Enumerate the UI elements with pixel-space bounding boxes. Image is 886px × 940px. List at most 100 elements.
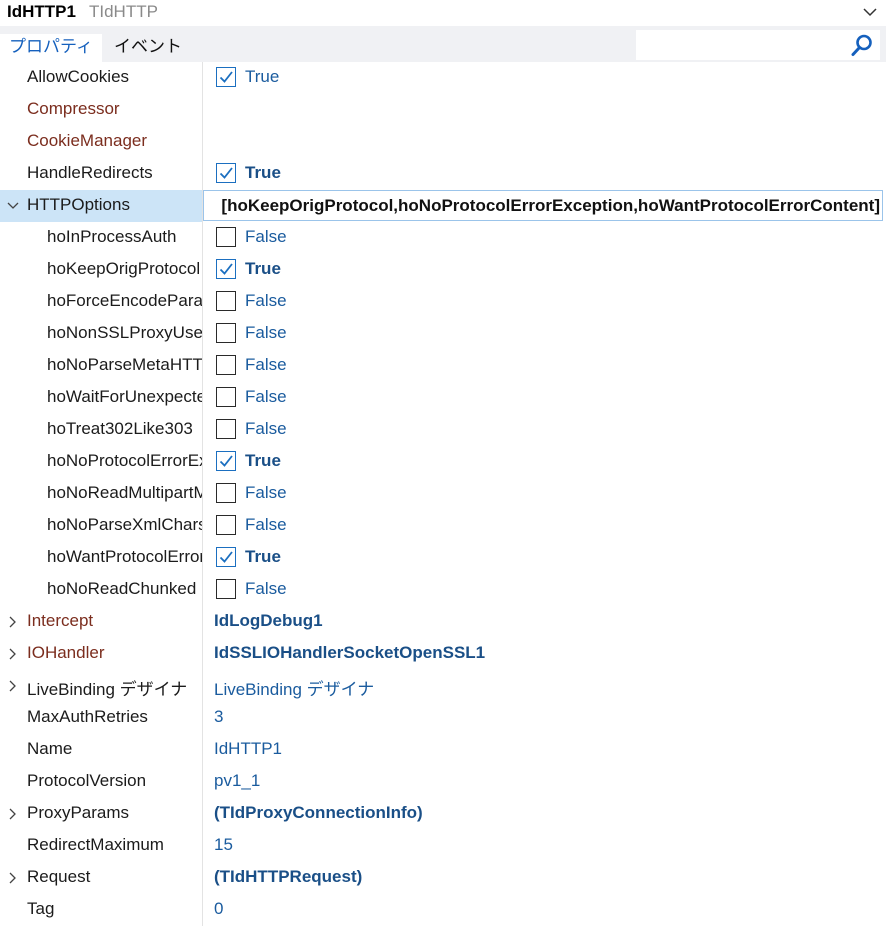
checkbox-unchecked[interactable] — [216, 483, 236, 503]
property-name-cell[interactable]: hoInProcessAuth — [0, 222, 202, 254]
property-row-cookiemanager[interactable]: CookieManager — [0, 126, 886, 158]
property-row-tag[interactable]: Tag 0 — [0, 894, 886, 926]
property-row-livebinding[interactable]: LiveBinding デザイナ LiveBinding デザイナ — [0, 670, 886, 702]
checkbox-checked[interactable] — [216, 259, 236, 279]
tab-properties[interactable]: プロパティ — [0, 34, 102, 62]
property-name-cell[interactable]: Request — [0, 862, 202, 894]
property-row-hokeeporigprotocol[interactable]: hoKeepOrigProtocol True — [0, 254, 886, 286]
property-value-cell[interactable]: True — [214, 542, 886, 574]
property-row-hoforceencodeparams[interactable]: hoForceEncodeParams False — [0, 286, 886, 318]
checkbox-unchecked[interactable] — [216, 227, 236, 247]
search-icon[interactable] — [850, 33, 874, 57]
chevron-down-icon[interactable] — [862, 4, 878, 20]
property-value-cell[interactable]: False — [214, 286, 886, 318]
column-divider[interactable] — [202, 894, 203, 926]
column-divider[interactable] — [202, 318, 203, 350]
property-name-cell[interactable]: ProtocolVersion — [0, 766, 202, 798]
search-input[interactable] — [636, 30, 880, 60]
property-name-cell[interactable]: MaxAuthRetries — [0, 702, 202, 734]
column-divider[interactable] — [202, 94, 203, 126]
column-divider[interactable] — [202, 702, 203, 734]
chevron-right-icon[interactable] — [6, 806, 20, 820]
chevron-down-icon[interactable] — [6, 198, 20, 212]
property-row-honoparsemetahttpequiv[interactable]: hoNoParseMetaHTTPEquiv False — [0, 350, 886, 382]
column-divider[interactable] — [202, 478, 203, 510]
property-name-cell[interactable]: hoNonSSLProxyUseConnectVerb — [0, 318, 202, 350]
property-row-howantprotocolerrorcontent[interactable]: hoWantProtocolErrorContent True — [0, 542, 886, 574]
column-divider[interactable] — [202, 734, 203, 766]
column-divider[interactable] — [202, 222, 203, 254]
checkbox-unchecked[interactable] — [216, 579, 236, 599]
property-value-cell[interactable]: (TIdProxyConnectionInfo) — [214, 798, 886, 830]
property-name-cell[interactable]: hoKeepOrigProtocol — [0, 254, 202, 286]
property-value-cell[interactable]: False — [214, 382, 886, 414]
property-name-cell[interactable]: hoNoProtocolErrorException — [0, 446, 202, 478]
property-name-cell[interactable]: RedirectMaximum — [0, 830, 202, 862]
property-name-cell[interactable]: HandleRedirects — [0, 158, 202, 190]
property-name-cell[interactable]: Compressor — [0, 94, 202, 126]
property-row-proxyparams[interactable]: ProxyParams (TIdProxyConnectionInfo) — [0, 798, 886, 830]
property-row-hononsslproxyuseconnectverb[interactable]: hoNonSSLProxyUseConnectVerb False — [0, 318, 886, 350]
column-divider[interactable] — [202, 574, 203, 606]
property-name-cell[interactable]: hoWaitForUnexpectedData — [0, 382, 202, 414]
property-value-cell[interactable] — [214, 94, 886, 126]
checkbox-checked[interactable] — [216, 163, 236, 183]
property-row-handleredirects[interactable]: HandleRedirects True — [0, 158, 886, 190]
property-value-cell[interactable]: False — [214, 414, 886, 446]
chevron-right-icon[interactable] — [6, 646, 20, 660]
property-row-hotreat302like303[interactable]: hoTreat302Like303 False — [0, 414, 886, 446]
property-value-cell[interactable]: 15 — [214, 830, 886, 862]
property-name-cell[interactable]: LiveBinding デザイナ — [0, 670, 202, 702]
column-divider[interactable] — [202, 126, 203, 158]
property-row-iohandler[interactable]: IOHandler IdSSLIOHandlerSocketOpenSSL1 — [0, 638, 886, 670]
checkbox-checked[interactable] — [216, 451, 236, 471]
property-name-cell[interactable]: HTTPOptions — [0, 190, 202, 222]
property-row-httpoptions[interactable]: HTTPOptions [hoKeepOrigProtocol,hoNoProto… — [0, 190, 886, 222]
checkbox-unchecked[interactable] — [216, 515, 236, 535]
property-name-cell[interactable]: IOHandler — [0, 638, 202, 670]
column-divider[interactable] — [202, 446, 203, 478]
property-value-cell[interactable]: False — [214, 510, 886, 542]
property-name-cell[interactable]: hoNoReadChunked — [0, 574, 202, 606]
checkbox-checked[interactable] — [216, 547, 236, 567]
property-name-cell[interactable]: Name — [0, 734, 202, 766]
checkbox-unchecked[interactable] — [216, 323, 236, 343]
property-row-honoparsexmlcharset[interactable]: hoNoParseXmlCharset False — [0, 510, 886, 542]
property-value-cell[interactable]: True — [214, 254, 886, 286]
property-value-cell[interactable]: pv1_1 — [214, 766, 886, 798]
column-divider[interactable] — [202, 766, 203, 798]
property-row-allowcookies[interactable]: AllowCookies True — [0, 62, 886, 94]
property-value-cell[interactable]: False — [214, 478, 886, 510]
property-value-cell[interactable]: False — [214, 318, 886, 350]
property-value-cell[interactable]: (TIdHTTPRequest) — [214, 862, 886, 894]
property-row-intercept[interactable]: Intercept IdLogDebug1 — [0, 606, 886, 638]
inspector-header[interactable]: IdHTTP1 TIdHTTP — [0, 0, 886, 26]
property-name-cell[interactable]: hoForceEncodeParams — [0, 286, 202, 318]
checkbox-checked[interactable] — [216, 67, 236, 87]
column-divider[interactable] — [202, 158, 203, 190]
property-row-maxauthretries[interactable]: MaxAuthRetries 3 — [0, 702, 886, 734]
property-value-cell[interactable] — [214, 126, 886, 158]
property-row-protocolversion[interactable]: ProtocolVersion pv1_1 — [0, 766, 886, 798]
column-divider[interactable] — [202, 862, 203, 894]
property-value-cell[interactable]: IdLogDebug1 — [214, 606, 886, 638]
column-divider[interactable] — [202, 350, 203, 382]
property-value-cell[interactable]: 0 — [214, 894, 886, 926]
property-name-cell[interactable]: hoNoReadMultipartMIME — [0, 478, 202, 510]
tab-events[interactable]: イベント — [114, 34, 182, 62]
column-divider[interactable] — [202, 286, 203, 318]
checkbox-unchecked[interactable] — [216, 291, 236, 311]
column-divider[interactable] — [202, 670, 203, 702]
checkbox-unchecked[interactable] — [216, 355, 236, 375]
property-row-compressor[interactable]: Compressor — [0, 94, 886, 126]
property-value-cell[interactable]: 3 — [214, 702, 886, 734]
column-divider[interactable] — [202, 542, 203, 574]
property-name-cell[interactable]: ProxyParams — [0, 798, 202, 830]
chevron-right-icon[interactable] — [6, 870, 20, 884]
property-name-cell[interactable]: hoWantProtocolErrorContent — [0, 542, 202, 574]
property-value-cell[interactable]: False — [214, 574, 886, 606]
property-name-cell[interactable]: CookieManager — [0, 126, 202, 158]
property-value-editor[interactable]: [hoKeepOrigProtocol,hoNoProtocolErrorExc… — [203, 190, 883, 221]
property-row-honoreadmultipartmime[interactable]: hoNoReadMultipartMIME False — [0, 478, 886, 510]
property-name-cell[interactable]: Intercept — [0, 606, 202, 638]
